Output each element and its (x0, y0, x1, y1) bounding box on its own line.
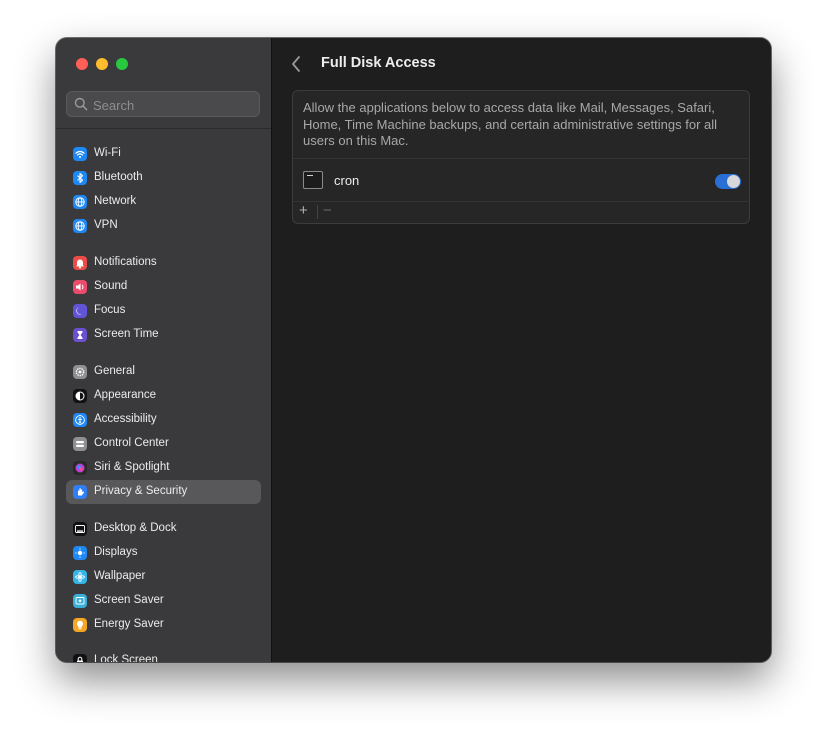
button-separator (317, 205, 318, 219)
sidebar-item-accessibility[interactable]: Accessibility (66, 408, 261, 432)
sidebar-item-label: Desktop & Dock (94, 522, 177, 534)
sidebar-item-label: Wi-Fi (94, 147, 121, 159)
terminal-app-icon (303, 171, 323, 189)
sidebar-item-label: Appearance (94, 389, 157, 401)
siri-icon (73, 461, 87, 475)
sidebar-item-vpn[interactable]: VPN (66, 214, 261, 238)
settings-window: Wi-Fi Bluetooth Network VPN Notificati (56, 38, 771, 662)
sidebar-item-label: Control Center (94, 437, 169, 449)
row-divider (293, 158, 749, 159)
cron-access-toggle[interactable] (715, 174, 741, 189)
sidebar-item-label: Lock Screen (94, 654, 158, 662)
sidebar-item-siri-spotlight[interactable]: Siri & Spotlight (66, 456, 261, 480)
sidebar-item-label: Energy Saver (94, 618, 164, 630)
search-input[interactable] (91, 95, 255, 115)
sidebar: Wi-Fi Bluetooth Network VPN Notificati (56, 38, 272, 662)
sidebar-item-displays[interactable]: Displays (66, 541, 261, 565)
search-icon (74, 97, 88, 111)
appearance-icon (73, 389, 87, 403)
sidebar-divider (56, 128, 271, 129)
sidebar-item-desktop-dock[interactable]: Desktop & Dock (66, 517, 261, 541)
description-text: Allow the applications below to access d… (303, 100, 718, 148)
bluetooth-icon (73, 171, 87, 185)
hourglass-icon (73, 328, 87, 342)
sidebar-item-sound[interactable]: Sound (66, 275, 261, 299)
sidebar-item-privacy-security[interactable]: Privacy & Security (66, 480, 261, 504)
gear-icon (73, 365, 87, 379)
search-field[interactable] (66, 91, 260, 117)
sidebar-item-label: Bluetooth (94, 171, 143, 183)
moon-icon (73, 304, 87, 318)
main-content: Full Disk Access Allow the applications … (272, 38, 771, 662)
sidebar-item-label: Notifications (94, 256, 157, 268)
control-center-icon (73, 437, 87, 451)
sidebar-item-label: Displays (94, 546, 138, 558)
sidebar-item-focus[interactable]: Focus (66, 299, 261, 323)
sidebar-item-label: Wallpaper (94, 570, 146, 582)
app-name: cron (334, 173, 360, 188)
toggle-knob (727, 175, 740, 188)
page-title: Full Disk Access (321, 55, 436, 71)
sidebar-item-label: Focus (94, 304, 126, 316)
sidebar-item-notifications[interactable]: Notifications (66, 251, 261, 275)
lock-icon (73, 654, 87, 662)
screen-saver-icon (73, 594, 87, 608)
sidebar-item-label: VPN (94, 219, 118, 231)
speaker-icon (73, 280, 87, 294)
close-window-button[interactable] (76, 58, 88, 70)
sidebar-item-label: Screen Time (94, 328, 159, 340)
add-app-button[interactable]: + (299, 203, 308, 219)
sidebar-item-label: Screen Saver (94, 594, 164, 606)
sidebar-item-network[interactable]: Network (66, 190, 261, 214)
sidebar-item-wifi[interactable]: Wi-Fi (66, 142, 261, 166)
sidebar-item-appearance[interactable]: Appearance (66, 384, 261, 408)
sidebar-item-lock-screen[interactable]: Lock Screen (66, 649, 261, 662)
sidebar-item-bluetooth[interactable]: Bluetooth (66, 166, 261, 190)
flower-icon (73, 570, 87, 584)
minimize-window-button[interactable] (96, 58, 108, 70)
sun-icon (73, 546, 87, 560)
sidebar-item-screen-saver[interactable]: Screen Saver (66, 589, 261, 613)
sidebar-item-energy-saver[interactable]: Energy Saver (66, 613, 261, 637)
sidebar-item-wallpaper[interactable]: Wallpaper (66, 565, 261, 589)
hand-icon (73, 485, 87, 499)
row-divider (293, 201, 749, 202)
sidebar-item-label: General (94, 365, 135, 377)
lightbulb-icon (73, 618, 87, 632)
dock-icon (73, 522, 87, 536)
sidebar-item-label: Privacy & Security (94, 485, 188, 497)
sidebar-item-label: Accessibility (94, 413, 157, 425)
accessibility-icon (73, 413, 87, 427)
sidebar-item-control-center[interactable]: Control Center (66, 432, 261, 456)
sidebar-item-general[interactable]: General (66, 360, 261, 384)
zoom-window-button[interactable] (116, 58, 128, 70)
vpn-globe-icon (73, 219, 87, 233)
sidebar-item-screen-time[interactable]: Screen Time (66, 323, 261, 347)
back-chevron-icon[interactable] (288, 54, 304, 74)
bell-icon (73, 256, 87, 270)
globe-icon (73, 195, 87, 209)
sidebar-item-label: Siri & Spotlight (94, 461, 170, 473)
wifi-icon (73, 147, 87, 161)
sidebar-item-label: Network (94, 195, 137, 207)
remove-app-button[interactable]: − (323, 203, 332, 219)
sidebar-item-label: Sound (94, 280, 128, 292)
full-disk-access-panel: Allow the applications below to access d… (292, 90, 750, 224)
